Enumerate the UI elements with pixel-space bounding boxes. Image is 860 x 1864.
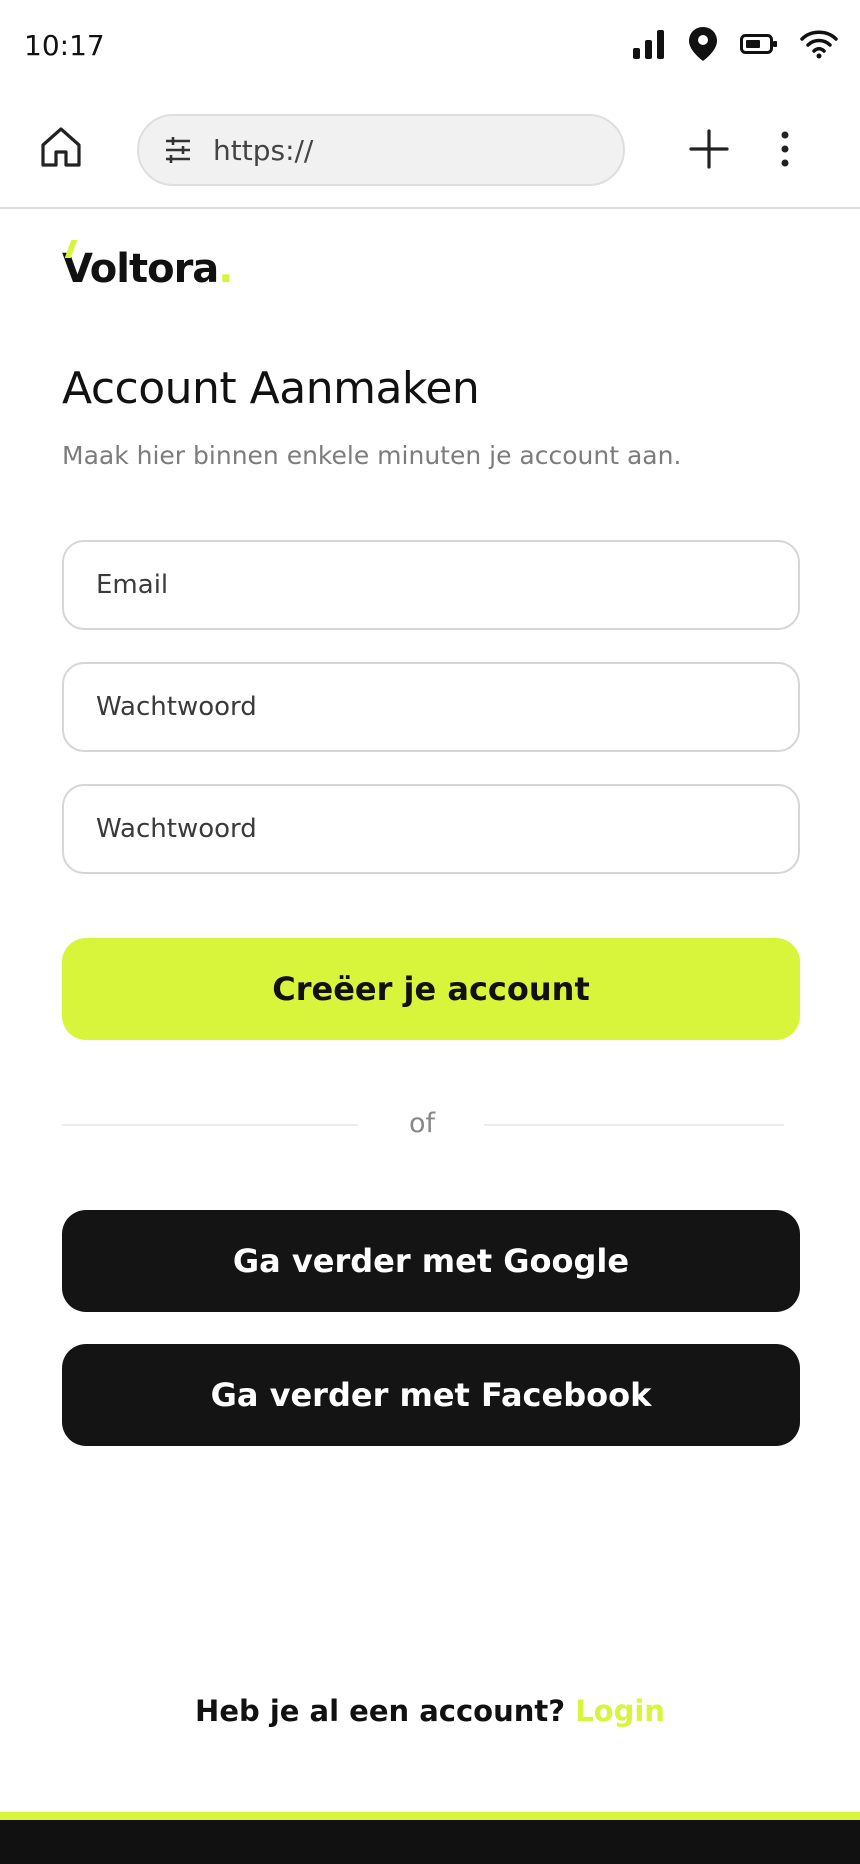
google-signin-button[interactable]: Ga verder met Google [62, 1210, 800, 1312]
signal-icon [632, 28, 666, 60]
create-account-button[interactable]: Creëer je account [62, 938, 800, 1040]
url-bar[interactable]: https:// [137, 114, 625, 186]
status-bar: 10:17 [0, 0, 860, 92]
battery-icon [740, 33, 778, 55]
page-subtitle: Maak hier binnen enkele minuten je accou… [62, 441, 682, 470]
home-button[interactable] [34, 122, 88, 176]
page-title: Account Aanmaken [62, 363, 480, 414]
email-field[interactable] [62, 540, 800, 630]
plus-icon [689, 129, 729, 173]
facebook-signin-button[interactable]: Ga verder met Facebook [62, 1344, 800, 1446]
browser-toolbar: https:// [0, 92, 860, 209]
status-time: 10:17 [24, 29, 105, 62]
new-tab-button[interactable] [686, 128, 732, 174]
divider-text: of [408, 1108, 436, 1139]
url-text: https:// [213, 133, 314, 167]
browser-menu-button[interactable] [770, 128, 800, 174]
more-vert-icon [780, 131, 790, 171]
login-prompt-text: Heb je al een account? [195, 1694, 566, 1728]
tune-icon[interactable] [163, 135, 193, 165]
home-icon [38, 124, 84, 174]
brand-logo[interactable]: Voltora. [62, 240, 233, 292]
divider-line-right [484, 1124, 784, 1126]
logo-text: Voltora [62, 246, 219, 292]
wifi-icon [800, 29, 838, 59]
confirm-password-field[interactable] [62, 784, 800, 874]
divider-line-left [62, 1124, 358, 1126]
password-field[interactable] [62, 662, 800, 752]
login-link[interactable]: Login [575, 1694, 665, 1728]
location-icon [688, 26, 718, 62]
logo-dot: . [218, 246, 233, 292]
status-icons [632, 26, 838, 62]
login-prompt: Heb je al een account? Login [0, 1694, 860, 1728]
footer-band [0, 1812, 860, 1864]
